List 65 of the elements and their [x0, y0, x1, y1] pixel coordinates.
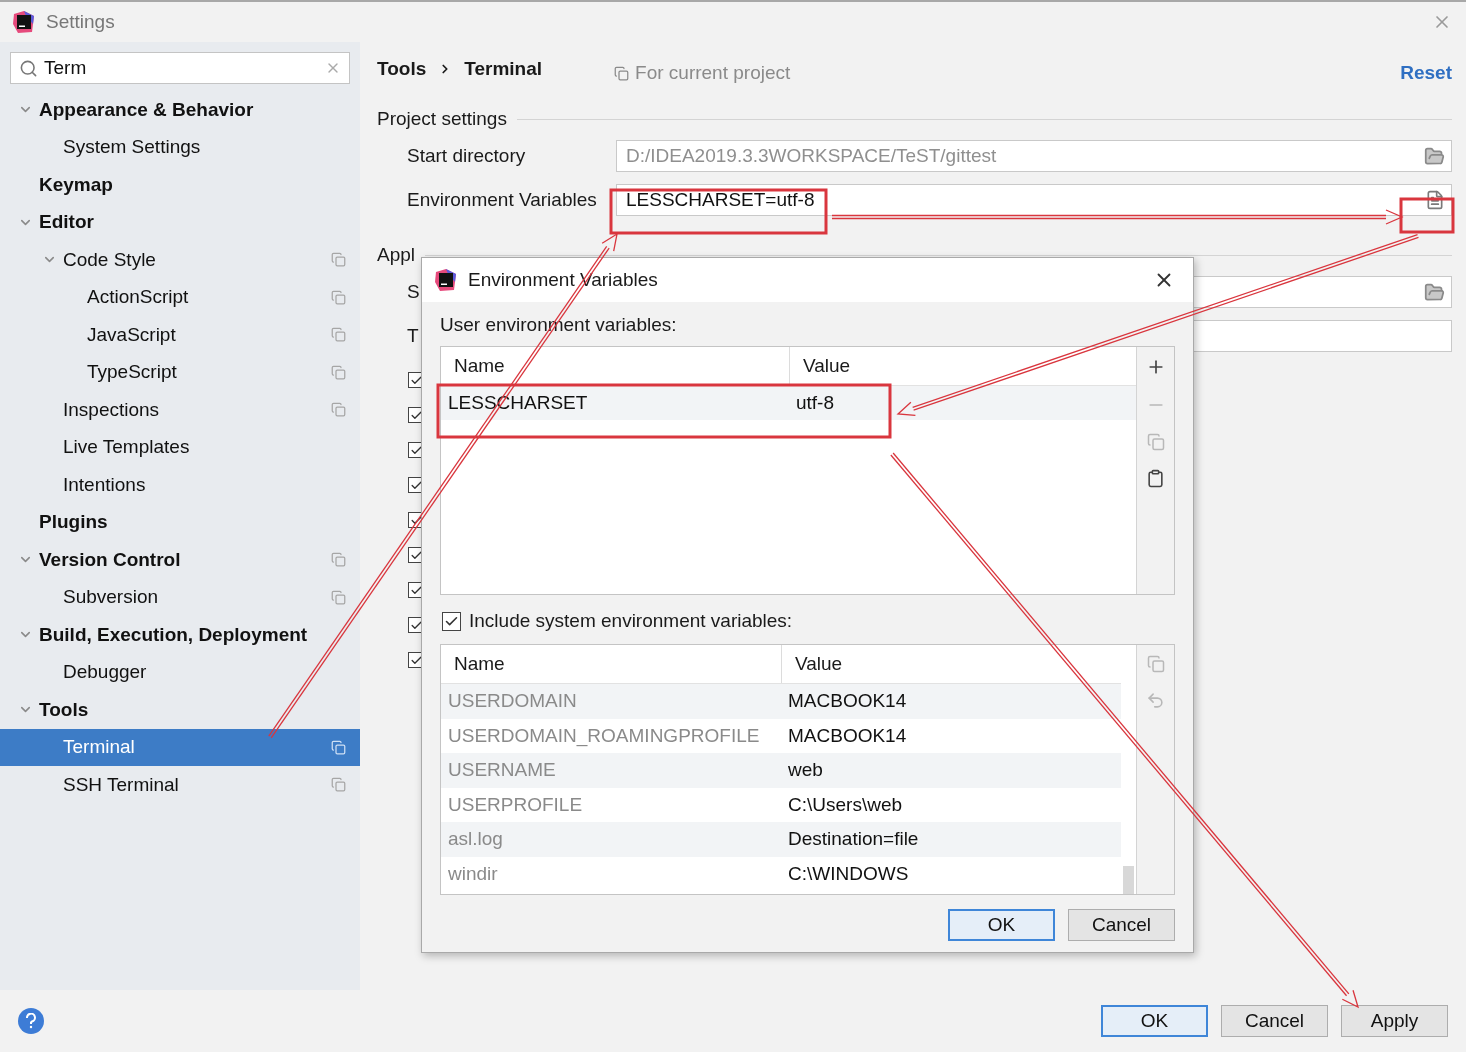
- table-cell-text: Destination=file: [787, 827, 920, 852]
- tree-item[interactable]: Debugger: [0, 653, 360, 691]
- tree-item[interactable]: Terminal: [0, 728, 360, 766]
- highlight-frame: [1399, 197, 1455, 234]
- section-title: Project settings: [377, 108, 507, 130]
- window-title: Settings: [46, 11, 115, 33]
- tree-item[interactable]: Keymap: [0, 166, 360, 204]
- reset-link[interactable]: Reset: [1400, 62, 1452, 84]
- tree-item[interactable]: JavaScript: [0, 316, 360, 354]
- tree-item[interactable]: Tools: [0, 691, 360, 729]
- column-header[interactable]: Name: [441, 645, 781, 683]
- field-label: Start directory: [407, 145, 527, 167]
- tree-item[interactable]: Plugins: [0, 503, 360, 541]
- dialog-button[interactable]: Cancel: [1221, 1005, 1328, 1037]
- table-cell-text: USERDOMAIN_ROAMINGPROFILE: [447, 723, 761, 749]
- project-scope-icon: [614, 65, 630, 81]
- text-field[interactable]: LESSCHARSET=utf-8: [616, 184, 1452, 216]
- tree-item[interactable]: SSH Terminal: [0, 766, 360, 804]
- document-icon[interactable]: [1425, 190, 1445, 210]
- table-cell-text: C:\WINDOWS: [787, 861, 910, 886]
- tree-item[interactable]: Inspections: [0, 391, 360, 429]
- tree-item[interactable]: ActionScript: [0, 278, 360, 316]
- checkbox[interactable]: [442, 611, 461, 631]
- app-logo-icon: [12, 10, 36, 34]
- table-cell-text: MACBOOK14: [787, 689, 908, 714]
- dialog-button[interactable]: OK: [1101, 1005, 1208, 1037]
- tree-item[interactable]: System Settings: [0, 128, 360, 166]
- table-cell-text: USERDOMAIN: [447, 689, 578, 714]
- table-cell-text: MACBOOK14: [787, 723, 908, 748]
- tree-item[interactable]: Appearance & Behavior: [0, 91, 360, 129]
- help-icon[interactable]: [18, 1008, 44, 1034]
- field-label: S: [407, 281, 421, 303]
- search-icon[interactable]: [19, 58, 38, 78]
- tree-item[interactable]: Version Control: [0, 541, 360, 579]
- section-title: Appl: [377, 244, 416, 266]
- field-label: Environment Variables: [407, 189, 598, 211]
- field-label: T: [407, 325, 420, 347]
- dialog-button[interactable]: Cancel: [1068, 909, 1175, 941]
- include-system-checkbox[interactable]: Include system environment variables:: [442, 610, 1175, 632]
- dialog-button[interactable]: OK: [948, 909, 1055, 941]
- tree-item[interactable]: Intentions: [0, 466, 360, 504]
- tree-item[interactable]: TypeScript: [0, 353, 360, 391]
- tree-item[interactable]: Editor: [0, 203, 360, 241]
- table-cell-text: C:\Users\web: [787, 792, 904, 817]
- table-cell-text: windir: [447, 861, 499, 886]
- table-cell-text: asl.log: [447, 827, 504, 852]
- table-cell-text: USERNAME: [447, 758, 557, 783]
- search-field[interactable]: Term: [10, 52, 350, 84]
- breadcrumb-item: Tools: [377, 58, 427, 80]
- table-cell-text: USERPROFILE: [447, 792, 584, 817]
- tree-item[interactable]: Code Style: [0, 241, 360, 279]
- breadcrumb-item: Terminal: [464, 58, 543, 80]
- folder-icon[interactable]: [1424, 145, 1445, 167]
- tree-item[interactable]: Live Templates: [0, 428, 360, 466]
- column-header[interactable]: Name: [441, 347, 789, 385]
- tree-item[interactable]: Build, Execution, Deployment: [0, 616, 360, 654]
- folder-icon[interactable]: [1424, 281, 1445, 303]
- scope-label: For current project: [635, 62, 791, 84]
- dialog-button[interactable]: Apply: [1341, 1005, 1448, 1037]
- table-cell-text: utf-8: [795, 391, 836, 415]
- paste-icon[interactable]: [1146, 469, 1165, 488]
- tree-item[interactable]: Subversion: [0, 578, 360, 616]
- table-cell-text: web: [787, 758, 824, 783]
- checkbox-label: Include system environment variables:: [469, 610, 793, 632]
- app-logo-icon: [434, 268, 458, 292]
